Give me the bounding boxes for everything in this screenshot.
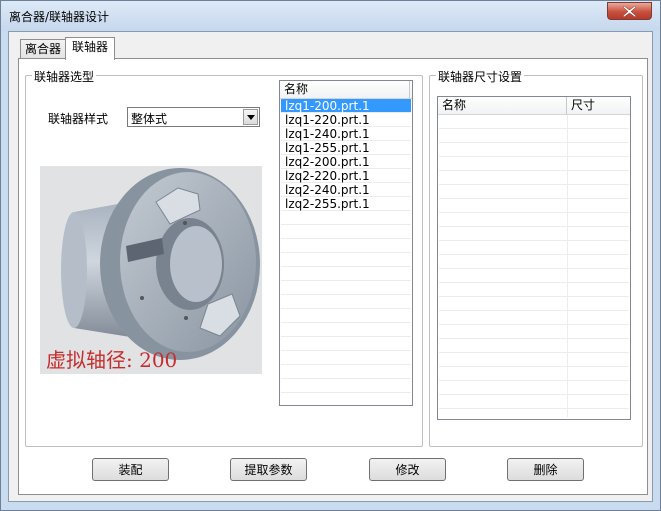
empty-grid-row [281,309,411,323]
empty-grid-row [281,253,411,267]
empty-grid-row [439,395,629,409]
list-item[interactable]: lzq2-220.prt.1 [281,169,411,183]
coupling-preview-image: 虚拟轴径: 200 [40,166,262,374]
dialog-client: 离合器 联轴器 联轴器选型 联轴器样式 整体式 虚拟轴径: 200 名称 lzq… [8,31,653,502]
dimension-settings-group: 联轴器尺寸设置 名称 尺寸 [429,68,643,447]
empty-grid-row [439,115,629,129]
empty-grid-row [281,295,411,309]
empty-grid-row [439,157,629,171]
assemble-button[interactable]: 装配 [92,458,169,481]
empty-grid-row [439,367,629,381]
title-bar[interactable]: 离合器/联轴器设计 [1,1,660,31]
empty-grid-row [439,353,629,367]
empty-grid-row [439,325,629,339]
empty-grid-row [281,239,411,253]
dimension-column-name[interactable]: 名称 [438,97,567,114]
coupling-selection-legend: 联轴器选型 [32,68,97,85]
empty-grid-row [439,255,629,269]
coupling-style-value: 整体式 [131,112,168,126]
coupling-3d-model [61,168,260,360]
empty-grid-row [281,323,411,337]
empty-grid-row [439,311,629,325]
coupling-style-label: 联轴器样式 [48,112,109,126]
empty-grid-row [439,339,629,353]
delete-button[interactable]: 删除 [507,458,584,481]
empty-grid-row [439,143,629,157]
empty-grid-row [281,225,411,239]
empty-grid-row [281,281,411,295]
list-item[interactable]: lzq1-220.prt.1 [281,113,411,127]
empty-grid-row [439,283,629,297]
empty-grid-row [281,337,411,351]
coupling-panel: 联轴器选型 联轴器样式 整体式 虚拟轴径: 200 名称 lzq1-200.pr… [18,58,648,495]
dropdown-button[interactable] [243,109,258,125]
empty-grid-row [281,267,411,281]
chevron-down-icon [247,115,255,120]
empty-grid-row [439,199,629,213]
parts-list[interactable]: 名称 lzq1-200.prt.1 lzq1-220.prt.1 lzq1-24… [279,80,413,406]
empty-grid-row [281,379,411,393]
dimension-table-header: 名称 尺寸 [438,97,630,115]
window-title: 离合器/联轴器设计 [9,10,110,24]
empty-grid-row [281,351,411,365]
empty-grid-row [281,365,411,379]
empty-grid-row [439,213,629,227]
dimension-column-size[interactable]: 尺寸 [567,97,630,114]
list-item[interactable]: lzq1-255.prt.1 [281,141,411,155]
extract-parameters-button[interactable]: 提取参数 [230,458,307,481]
list-item[interactable]: lzq2-240.prt.1 [281,183,411,197]
tab-coupling[interactable]: 联轴器 [65,37,115,60]
dimension-settings-legend: 联轴器尺寸设置 [436,68,525,85]
tab-clutch[interactable]: 离合器 [20,39,66,59]
empty-grid-row [439,129,629,143]
parts-list-column-name[interactable]: 名称 [280,81,410,98]
list-item[interactable]: lzq2-200.prt.1 [281,155,411,169]
empty-grid-row [439,241,629,255]
dimension-table[interactable]: 名称 尺寸 [437,96,631,420]
list-item[interactable]: lzq2-255.prt.1 [281,197,411,211]
empty-grid-row [439,227,629,241]
empty-grid-row [439,381,629,395]
close-icon [623,6,636,17]
grid-column-divider [567,115,568,417]
list-item[interactable]: lzq1-200.prt.1 [281,99,411,113]
app-window: 离合器/联轴器设计 离合器 联轴器 联轴器选型 联轴器样式 整体式 虚拟轴径: … [0,0,661,511]
modify-button[interactable]: 修改 [369,458,446,481]
list-item[interactable]: lzq1-240.prt.1 [281,127,411,141]
close-button[interactable] [607,2,652,20]
empty-grid-row [439,297,629,311]
empty-grid-row [281,211,411,225]
coupling-selection-group: 联轴器选型 联轴器样式 整体式 虚拟轴径: 200 名称 lzq1-200.pr… [25,68,423,447]
parts-list-header: 名称 [280,81,412,99]
empty-grid-row [281,393,411,405]
virtual-shaft-diameter-caption: 虚拟轴径: 200 [46,348,178,372]
coupling-style-select[interactable]: 整体式 [127,107,260,127]
empty-grid-row [439,171,629,185]
empty-grid-row [439,269,629,283]
empty-grid-row [439,185,629,199]
